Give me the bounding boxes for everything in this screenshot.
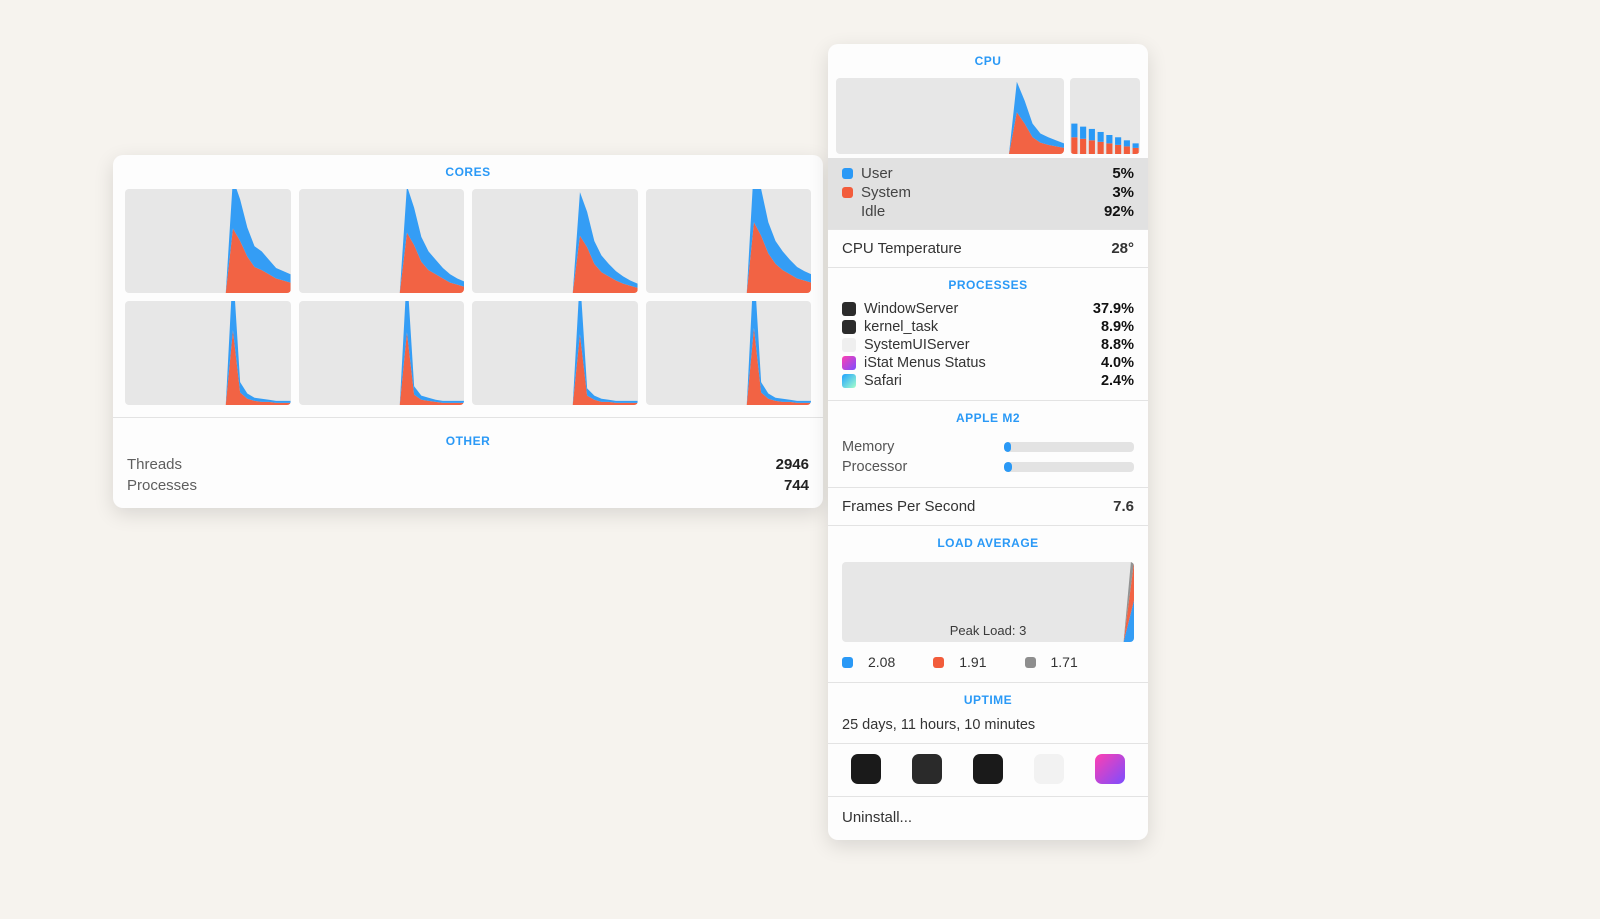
core-chart-8 (646, 301, 812, 405)
cpu-temp-label: CPU Temperature (842, 240, 962, 257)
cpu-history-chart (836, 78, 1064, 154)
memory-row: Memory (842, 437, 1134, 457)
process-row[interactable]: WindowServer 37.9% (842, 300, 1134, 318)
cpu-usage-block: User 5% System 3% Idle 92% (828, 158, 1148, 229)
process-row[interactable]: iStat Menus Status 4.0% (842, 354, 1134, 372)
user-value: 5% (1112, 165, 1134, 182)
fps-label: Frames Per Second (842, 498, 975, 515)
process-name: kernel_task (864, 319, 938, 335)
app-icon (842, 374, 856, 388)
load15-swatch-icon (1025, 657, 1036, 668)
process-pct: 37.9% (1093, 301, 1134, 317)
processes-row: Processes 744 (113, 475, 823, 496)
core-chart-3 (472, 189, 638, 293)
app-icon (842, 302, 856, 316)
app-icon (842, 356, 856, 370)
processor-label: Processor (842, 459, 907, 475)
core-chart-7 (472, 301, 638, 405)
core-chart-4 (646, 189, 812, 293)
core-chart-5 (125, 301, 291, 405)
process-pct: 2.4% (1101, 373, 1134, 389)
memory-gauge (1004, 442, 1134, 452)
cores-panel: CORES OTHER Threads 2946 Processes 744 (113, 155, 823, 508)
idle-label: Idle (861, 203, 885, 220)
m2-block: Memory Processor (828, 431, 1148, 487)
processes-label: Processes (127, 477, 197, 494)
system-row: System 3% (842, 183, 1134, 202)
process-name: WindowServer (864, 301, 958, 317)
process-pct: 4.0% (1101, 355, 1134, 371)
m2-title: APPLE M2 (828, 401, 1148, 431)
app-launcher-istat-menus[interactable] (1095, 754, 1125, 784)
cpu-temp-row: CPU Temperature 28° (828, 230, 1148, 267)
idle-swatch-icon (842, 206, 853, 217)
load5-swatch-icon (933, 657, 944, 668)
app-launcher-activity-monitor[interactable] (851, 754, 881, 784)
app-launcher-terminal[interactable] (973, 754, 1003, 784)
system-swatch-icon (842, 187, 853, 198)
user-label: User (861, 165, 893, 182)
processes-title: PROCESSES (828, 268, 1148, 298)
cores-grid (113, 185, 823, 417)
system-label: System (861, 184, 911, 201)
processor-gauge (1004, 462, 1134, 472)
uninstall-button[interactable]: Uninstall... (828, 797, 1148, 840)
load1-swatch-icon (842, 657, 853, 668)
load-average-chart: Peak Load: 3 (842, 562, 1134, 642)
app-launchers (828, 744, 1148, 796)
uptime-title: UPTIME (828, 683, 1148, 713)
process-row[interactable]: SystemUIServer 8.8% (842, 336, 1134, 354)
core-chart-2 (299, 189, 465, 293)
user-row: User 5% (842, 164, 1134, 183)
other-section: OTHER Threads 2946 Processes 744 (113, 418, 823, 508)
threads-value: 2946 (776, 456, 809, 473)
threads-label: Threads (127, 456, 182, 473)
other-title: OTHER (113, 424, 823, 454)
cpu-temp-value: 28° (1111, 240, 1134, 257)
fps-value: 7.6 (1113, 498, 1134, 515)
cpu-panel: CPU User 5% System 3% Idle 92% CPU Tempe… (828, 44, 1148, 840)
process-name: Safari (864, 373, 902, 389)
core-chart-1 (125, 189, 291, 293)
cores-title: CORES (113, 155, 823, 185)
load-peak-label: Peak Load: 3 (842, 623, 1134, 638)
user-swatch-icon (842, 168, 853, 179)
load15-value: 1.71 (1051, 654, 1078, 670)
cpu-title: CPU (828, 44, 1148, 74)
processor-row: Processor (842, 457, 1134, 477)
process-name: iStat Menus Status (864, 355, 986, 371)
process-name: SystemUIServer (864, 337, 970, 353)
fps-row: Frames Per Second 7.6 (828, 488, 1148, 525)
cpu-cores-bar-chart (1070, 78, 1140, 154)
app-launcher-system-info[interactable] (1034, 754, 1064, 784)
app-icon (842, 320, 856, 334)
load5-value: 1.91 (959, 654, 986, 670)
idle-value: 92% (1104, 203, 1134, 220)
process-row[interactable]: kernel_task 8.9% (842, 318, 1134, 336)
process-row[interactable]: Safari 2.4% (842, 372, 1134, 390)
system-value: 3% (1112, 184, 1134, 201)
uptime-value: 25 days, 11 hours, 10 minutes (828, 713, 1148, 743)
load1-value: 2.08 (868, 654, 895, 670)
load-title: LOAD AVERAGE (828, 526, 1148, 556)
memory-label: Memory (842, 439, 894, 455)
app-launcher-console[interactable] (912, 754, 942, 784)
process-pct: 8.8% (1101, 337, 1134, 353)
app-icon (842, 338, 856, 352)
core-chart-6 (299, 301, 465, 405)
process-pct: 8.9% (1101, 319, 1134, 335)
load-legend: 2.08 1.91 1.71 (828, 650, 1148, 682)
processes-value: 744 (784, 477, 809, 494)
threads-row: Threads 2946 (113, 454, 823, 475)
process-list: WindowServer37.9%kernel_task8.9%SystemUI… (828, 298, 1148, 400)
idle-row: Idle 92% (842, 202, 1134, 221)
